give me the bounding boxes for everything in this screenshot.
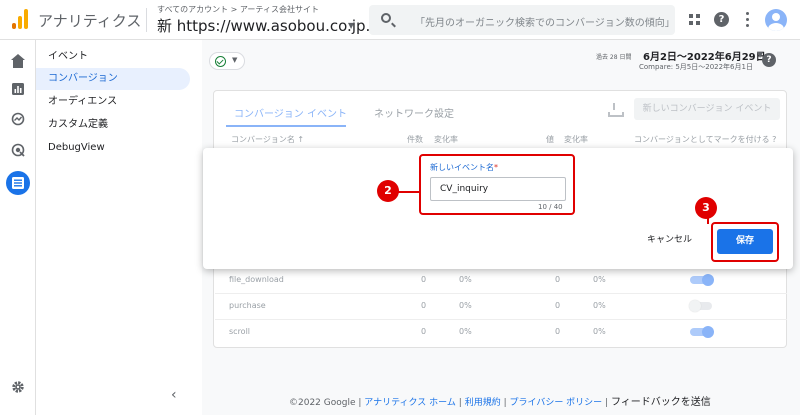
date-range-label: 過去 28 日間 (596, 54, 632, 61)
nav-item-debugview[interactable]: DebugView (36, 137, 190, 159)
date-range-picker[interactable]: 6月2日～2022年6月29日 (643, 48, 766, 63)
apps-grid-icon[interactable] (689, 14, 701, 26)
footer-separator: | (503, 398, 507, 408)
footer-copyright: ©2022 Google | (289, 398, 362, 408)
tab-conversion-events[interactable]: コンバージョン イベント (234, 105, 347, 120)
search-placeholder: 「先月のオーガニック検索でのコンバージョン数の傾向」... (415, 18, 669, 29)
annotation-step-3: 3 (695, 197, 717, 219)
active-tab-indicator (226, 125, 346, 127)
column-header-name[interactable]: コンバージョン名 ↑ (231, 134, 304, 145)
annotation-step-2: 2 (377, 180, 399, 202)
event-value-change: 0% (593, 327, 606, 336)
search-bar[interactable]: 「先月のオーガニック検索でのコンバージョン数の傾向」... (369, 5, 675, 35)
event-value: 0 (555, 301, 561, 310)
column-header-change[interactable]: 変化率 (434, 134, 458, 145)
tab-network-settings[interactable]: ネットワーク設定 (374, 105, 454, 120)
event-count: 0 (421, 275, 427, 284)
chevron-down-icon: ▼ (232, 56, 238, 64)
footer: ©2022 Google | アナリティクス ホーム | 利用規約 | プライバ… (289, 393, 711, 408)
configure-icon[interactable] (6, 171, 30, 195)
left-rail (0, 40, 36, 415)
table-row: purchase 0 0% 0 0% (215, 293, 787, 319)
footer-separator: | (458, 398, 462, 408)
event-value-change: 0% (593, 301, 606, 310)
mark-conversion-toggle[interactable] (689, 300, 712, 312)
event-name-input[interactable] (430, 177, 566, 201)
event-change: 0% (459, 275, 472, 284)
footer-feedback-link[interactable]: フィードバックを送信 (611, 397, 711, 408)
header-divider (146, 8, 147, 32)
download-icon[interactable] (608, 103, 624, 117)
page-help-icon[interactable]: ? (762, 53, 776, 67)
configure-nav: イベント コンバージョン オーディエンス カスタム定義 DebugView ‹ (36, 40, 202, 415)
event-value: 0 (555, 327, 561, 336)
help-icon[interactable]: ? (714, 12, 729, 27)
event-name: purchase (229, 301, 266, 310)
table-row: scroll 0 0% 0 0% (215, 319, 787, 345)
data-status-chip[interactable]: ▼ (209, 52, 245, 70)
reports-icon[interactable] (9, 82, 27, 100)
column-header-value-change[interactable]: 変化率 (564, 134, 588, 145)
event-name: file_download (229, 275, 284, 284)
char-counter: 10 / 40 (538, 203, 563, 211)
home-icon[interactable] (9, 54, 27, 72)
check-circle-icon (215, 56, 226, 67)
column-header-count[interactable]: 件数 (407, 134, 423, 145)
event-count: 0 (421, 327, 427, 336)
search-icon (381, 13, 391, 23)
nav-item-audiences[interactable]: オーディエンス (36, 91, 190, 113)
analytics-logo-icon[interactable] (12, 9, 30, 29)
event-name: scroll (229, 327, 251, 336)
table-row: file_download 0 0% 0 0% (215, 267, 787, 293)
mark-conversion-toggle[interactable] (690, 274, 714, 286)
nav-item-conversions[interactable]: コンバージョン (36, 68, 190, 90)
footer-separator: | (605, 398, 609, 408)
event-change: 0% (459, 301, 472, 310)
compare-range: Compare: 5月5日～2022年6月1日 (639, 63, 753, 71)
event-change: 0% (459, 327, 472, 336)
top-app-bar: アナリティクス すべてのアカウント > アーティス会社サイト 新 https:/… (0, 0, 800, 40)
column-header-mark-conversion: コンバージョンとしてマークを付ける ? (634, 135, 777, 144)
new-conversion-event-button[interactable]: 新しいコンバージョン イベント (634, 98, 780, 120)
app-title: アナリティクス (38, 12, 142, 30)
advertising-icon[interactable] (9, 143, 27, 161)
cancel-button[interactable]: キャンセル (647, 232, 692, 245)
event-value-change: 0% (593, 275, 606, 284)
collapse-nav-icon[interactable]: ‹ (171, 387, 177, 403)
event-name-label: 新しいイベント名* (430, 163, 498, 172)
footer-link-terms[interactable]: 利用規約 (465, 398, 501, 408)
account-avatar[interactable] (765, 9, 787, 31)
save-button[interactable]: 保存 (717, 229, 773, 254)
nav-item-custom-definitions[interactable]: カスタム定義 (36, 114, 190, 136)
footer-link-privacy[interactable]: プライバシー ポリシー (510, 398, 603, 408)
event-value: 0 (555, 275, 561, 284)
property-selector[interactable]: 新 https://www.asobou.co.jp... (157, 15, 380, 36)
footer-link-home[interactable]: アナリティクス ホーム (364, 398, 456, 408)
admin-gear-icon[interactable] (9, 380, 27, 398)
event-count: 0 (421, 301, 427, 310)
property-dropdown-icon[interactable]: ▼ (348, 21, 354, 30)
column-header-value[interactable]: 値 (546, 134, 554, 145)
nav-item-events[interactable]: イベント (36, 46, 190, 68)
mark-conversion-toggle[interactable] (690, 326, 714, 338)
more-vert-icon[interactable] (746, 12, 750, 28)
explore-icon[interactable] (9, 112, 27, 130)
account-breadcrumb[interactable]: すべてのアカウント > アーティス会社サイト (157, 4, 319, 15)
